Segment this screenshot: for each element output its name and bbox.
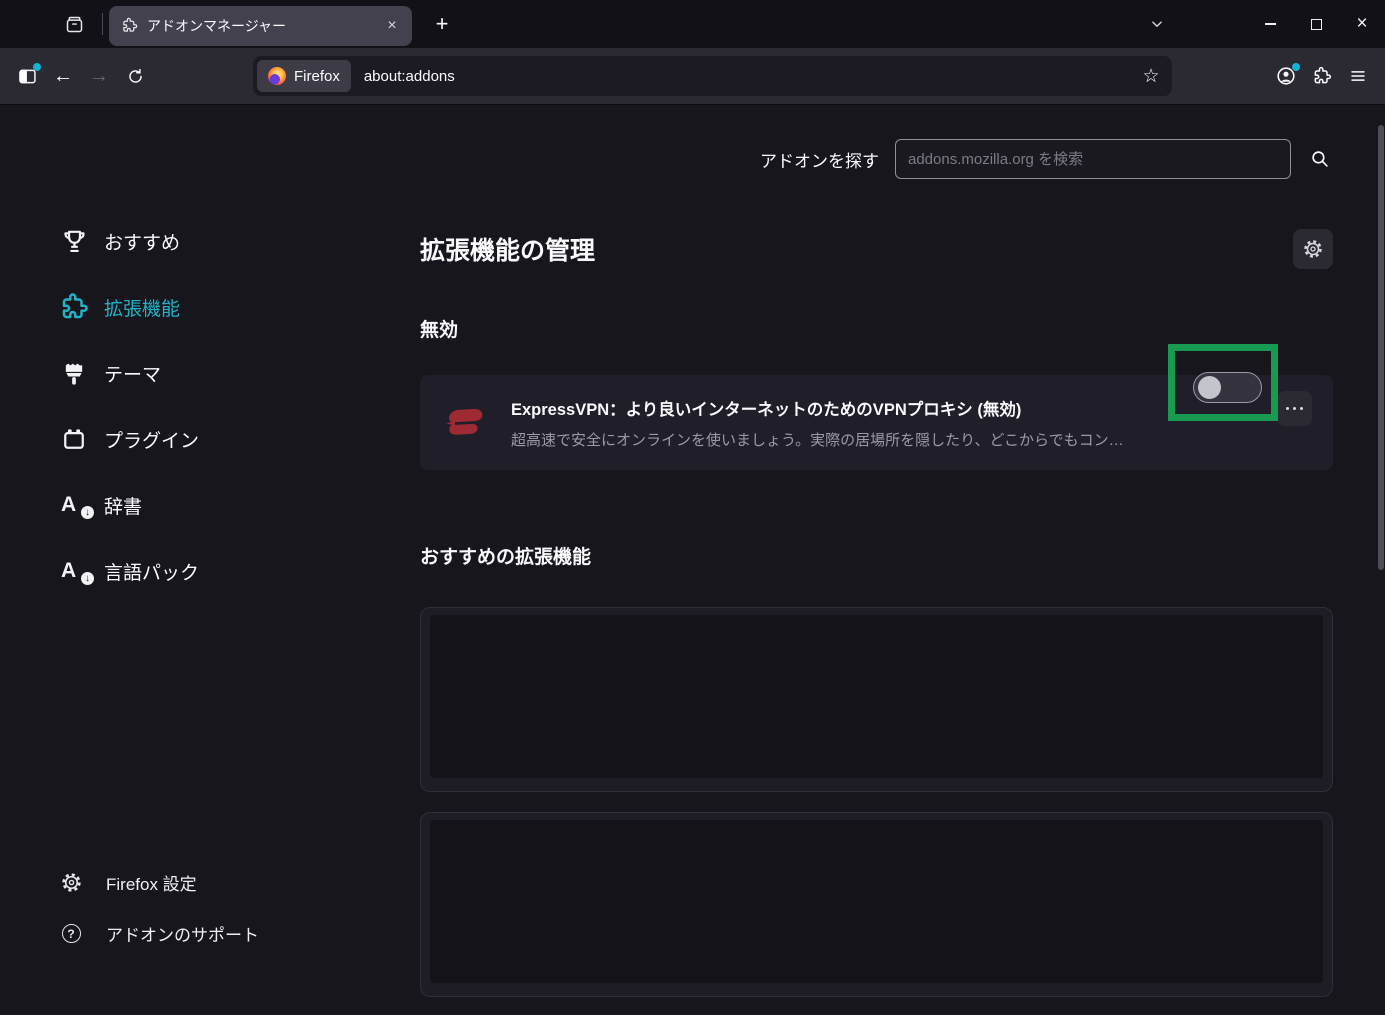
category-sidebar: おすすめ 拡張機能 テーマ プラグイン A↓ 辞書 [0,105,420,1015]
hamburger-icon [1349,67,1367,85]
sidebar-item-recommended[interactable]: おすすめ [57,208,357,274]
site-identity-badge[interactable]: Firefox [257,60,351,92]
recommended-section-heading: おすすめの拡張機能 [420,542,1333,569]
nav-toolbar: ← → Firefox about:addons ☆ [0,48,1385,105]
menu-button[interactable] [1340,58,1376,94]
tab-addons-manager[interactable]: アドオンマネージャー × [109,6,412,46]
extensions-button[interactable] [1304,58,1340,94]
gear-icon [60,872,82,893]
maximize-icon [1311,19,1322,30]
ellipsis-icon [1286,407,1290,411]
recommended-addon-placeholder [420,607,1333,792]
url-bar[interactable]: Firefox about:addons ☆ [253,56,1172,96]
sidebar-item-label: アドオンのサポート [106,921,259,946]
tab-separator [102,13,103,35]
addon-card-expressvpn[interactable]: ExpressVPN：より良いインターネットのためのVPNプロキシ (無効) 超… [420,375,1333,470]
addon-enable-toggle[interactable] [1193,372,1262,403]
chevron-down-icon [1148,15,1166,33]
search-icon [1309,148,1331,170]
puzzle-icon [57,292,91,322]
search-button[interactable] [1307,146,1333,172]
sidebar-item-firefox-settings[interactable]: Firefox 設定 [60,870,197,895]
back-button[interactable]: ← [45,58,81,94]
main-panel: アドオンを探す 拡張機能の管理 無効 ExpressVPN：より良いイン [420,105,1385,1015]
trophy-icon [57,227,91,256]
search-row: アドオンを探す [420,139,1333,179]
sidebar-item-themes[interactable]: テーマ [57,340,357,406]
list-all-tabs-button[interactable] [1139,6,1175,42]
notification-dot [1292,63,1300,71]
search-input[interactable] [895,139,1291,179]
plugin-icon [57,425,91,453]
firefox-view-icon [64,14,85,35]
addon-text: ExpressVPN：より良いインターネットのためのVPNプロキシ (無効) 超… [511,396,1313,450]
scrollbar-thumb[interactable] [1378,125,1384,570]
language-pack-icon: A↓ [57,559,91,583]
toggle-knob [1198,376,1221,399]
sidebar-item-label: Firefox 設定 [106,870,197,895]
forward-button[interactable]: → [81,58,117,94]
addon-description: 超高速で安全にオンラインを使いましょう。実際の居場所を隠したり、どこからでもコン… [511,429,1165,450]
reload-button[interactable] [117,58,153,94]
puzzle-icon [1312,66,1332,86]
sidebar-item-extensions[interactable]: 拡張機能 [57,274,357,340]
close-window-button[interactable]: × [1339,0,1385,48]
site-identity-label: Firefox [294,68,340,85]
sidebar-item-dictionaries[interactable]: A↓ 辞書 [57,472,357,538]
url-text: about:addons [364,68,455,85]
account-button[interactable] [1268,58,1304,94]
recommended-addon-placeholder [420,812,1333,997]
sidebar-toggle-button[interactable] [9,58,45,94]
tools-for-all-addons-button[interactable] [1293,229,1333,269]
new-tab-button[interactable]: + [424,6,460,42]
sidebar-item-label: プラグイン [104,426,199,453]
titlebar: アドオンマネージャー × + × [0,0,1385,48]
sidebar-item-label: 辞書 [104,492,142,519]
tab-title: アドオンマネージャー [147,16,374,36]
sidebar-item-label: テーマ [104,360,161,387]
minimize-button[interactable] [1247,0,1293,48]
firefox-logo-icon [268,67,286,85]
sidebar-item-label: おすすめ [104,228,180,255]
sidebar-item-plugins[interactable]: プラグイン [57,406,357,472]
maximize-button[interactable] [1293,0,1339,48]
addon-more-options-button[interactable] [1277,391,1312,426]
sidebar-item-addon-support[interactable]: ? アドオンのサポート [60,921,259,946]
expressvpn-logo-icon [440,402,486,444]
page-title: 拡張機能の管理 [420,231,595,267]
firefox-view-button[interactable] [56,6,92,42]
disabled-section-heading: 無効 [420,315,1333,342]
paintbrush-icon [57,359,91,387]
tab-close-button[interactable]: × [380,14,404,38]
gear-icon [1303,239,1323,259]
sidebar-item-label: 拡張機能 [104,294,180,321]
puzzle-icon [121,17,138,34]
page-header: 拡張機能の管理 [420,229,1333,269]
sidebar-item-label: 言語パック [104,558,199,585]
dictionary-icon: A↓ [57,493,91,517]
reload-icon [126,67,145,86]
minimize-icon [1265,23,1276,25]
bookmark-star-button[interactable]: ☆ [1136,61,1166,91]
help-icon: ? [60,924,82,943]
notification-dot [33,63,41,71]
search-label: アドオンを探す [760,147,879,172]
sidebar-item-language-packs[interactable]: A↓ 言語パック [57,538,357,604]
addons-page: おすすめ 拡張機能 テーマ プラグイン A↓ 辞書 [0,105,1385,1015]
addon-name: ExpressVPN：より良いインターネットのためのVPNプロキシ (無効) [511,396,1165,420]
